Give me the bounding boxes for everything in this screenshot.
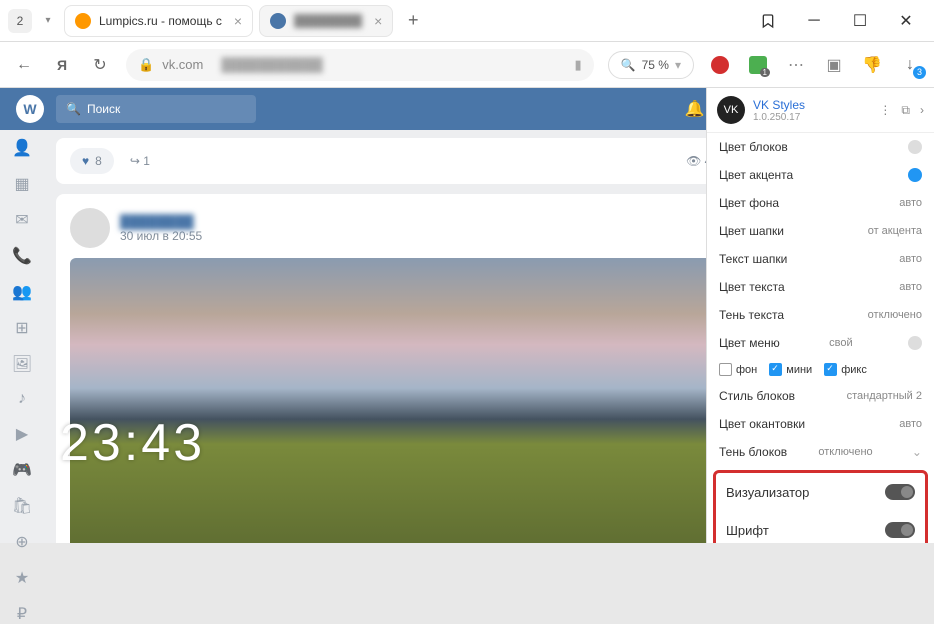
ext-icon: VK [717,96,745,124]
services-icon[interactable]: ⊕ [12,532,32,552]
post: ████████ 30 июл в 20:55 [56,194,732,543]
tab-1[interactable]: Lumpics.ru - помощь с × [64,5,253,37]
opt-menu-color[interactable]: Цвет менюсвой [707,329,934,357]
chk-fix[interactable]: фикс [824,363,867,376]
post-date: 30 июл в 20:55 [120,229,202,243]
extension-panel: VK VK Styles 1.0.250.17 ⋮ ⧉ › Цвет блоко… [706,88,934,543]
opt-block-shadow[interactable]: Тень блоковотключено⌄ [707,438,934,466]
bookmark-icon[interactable] [748,6,788,36]
close-button[interactable]: ✕ [886,6,926,36]
vk-logo[interactable]: W [16,95,44,123]
opt-block-style[interactable]: Стиль блоковстандартный 2 [707,382,934,410]
videos-icon[interactable]: ▶ [12,424,32,444]
maximize-button[interactable]: ☐ [840,6,880,36]
downloads-icon[interactable]: ↓ [898,53,922,77]
highlighted-section: Визуализатор Шрифт Фоновый рисунок [713,470,928,543]
feed-icon[interactable]: ▦ [12,174,32,194]
communities-icon[interactable]: ⊞ [12,318,32,338]
new-tab-button[interactable]: + [399,7,427,35]
ext-version: 1.0.250.17 [753,112,805,123]
tab-favicon [270,13,286,29]
bookmark-page-icon[interactable]: ▮ [575,57,582,73]
market-icon[interactable]: 🛍 [12,496,32,516]
post-author-blurred: ████████ [120,214,202,229]
money-icon[interactable]: ₽ [12,604,32,624]
search-icon: 🔍 [621,58,636,72]
section-visualizer[interactable]: Визуализатор [716,473,925,511]
bookmarks-icon[interactable]: ★ [12,568,32,588]
feed: ♥8 ↪ 1 👁 44 ████████ 30 июл в 20:55 [44,88,744,543]
lock-icon: 🔒 [138,57,154,73]
post-actions: ♥8 ↪ 1 👁 44 [56,138,732,184]
tab-count[interactable]: 2 [8,9,32,33]
profile-icon[interactable]: 👤 [12,138,32,158]
like-button[interactable]: ♥8 [70,148,114,174]
opt-header-text[interactable]: Текст шапкиавто [707,245,934,273]
titlebar: 2 ▾ Lumpics.ru - помощь с × ████████ × +… [0,0,934,42]
games-icon[interactable]: 🎮 [12,460,32,480]
avatar[interactable] [70,208,110,248]
tab-title-blurred: ████████ [294,14,362,28]
friends-icon[interactable]: 👥 [12,282,32,302]
close-icon[interactable]: × [374,13,382,29]
more-icon[interactable]: ⋮ [879,103,891,118]
opt-border-color[interactable]: Цвет окантовкиавто [707,410,934,438]
close-icon[interactable]: × [234,13,242,29]
reload-button[interactable]: ↻ [88,53,112,77]
tab-title: Lumpics.ru - помощь с [99,14,222,28]
address-bar: ← Я ↻ 🔒 vk.com ███████████ ▮ 🔍 75 % ▾ 1 … [0,42,934,88]
url-field[interactable]: 🔒 vk.com ███████████ ▮ [126,49,594,81]
ext-name: VK Styles [753,98,805,112]
chk-fon[interactable]: фон [719,363,757,376]
music-icon[interactable]: ♪ [12,390,32,408]
extensions-icon[interactable]: ▣ [822,53,846,77]
calls-icon[interactable]: 📞 [12,246,32,266]
minimize-button[interactable]: ─ [794,6,834,36]
shield-icon[interactable]: 1 [746,53,770,77]
share-button[interactable]: ↪ 1 [130,154,150,168]
search-icon: 🔍 [66,102,81,116]
chevron-down-icon[interactable]: ▾ [38,15,58,26]
photos-icon[interactable]: 🖼 [12,354,32,374]
post-image[interactable] [70,258,718,543]
opt-header-color[interactable]: Цвет шапкиот акцента [707,217,934,245]
opt-accent-color[interactable]: Цвет акцента [707,161,934,189]
section-font[interactable]: Шрифт [716,511,925,543]
checkbox-row: фон мини фикс [707,357,934,382]
copy-icon[interactable]: ⧉ [901,103,910,118]
vk-search[interactable]: 🔍 Поиск [56,95,256,123]
forward-icon[interactable]: › [920,103,924,118]
clock-overlay: 23:43 [60,413,205,473]
bell-icon[interactable]: 🔔 [685,99,705,119]
url-text: vk.com [162,57,203,72]
messages-icon[interactable]: ✉ [12,210,32,230]
menu-icon[interactable]: ⋯ [784,53,808,77]
panel-header: VK VK Styles 1.0.250.17 ⋮ ⧉ › [707,88,934,133]
opt-text-shadow[interactable]: Тень текстаотключено [707,301,934,329]
opt-bg-color[interactable]: Цвет фонаавто [707,189,934,217]
zoom-indicator[interactable]: 🔍 75 % ▾ [608,51,694,79]
back-button[interactable]: ← [12,53,36,77]
opt-block-color[interactable]: Цвет блоков [707,133,934,161]
chk-mini[interactable]: мини [769,363,812,376]
url-blurred: ███████████ [221,57,322,72]
yandex-icon[interactable]: Я [50,53,74,77]
thumbs-icon[interactable]: 👎 [860,53,884,77]
adblock-icon[interactable] [708,53,732,77]
vk-sidebar: 👤 ▦ ✉ 📞 👥 ⊞ 🖼 ♪ ▶ 🎮 🛍 ⊕ ★ ₽ [0,88,44,543]
tab-favicon [75,13,91,29]
chevron-down-icon: ▾ [675,58,681,72]
tab-2[interactable]: ████████ × [259,5,393,37]
opt-text-color[interactable]: Цвет текстаавто [707,273,934,301]
